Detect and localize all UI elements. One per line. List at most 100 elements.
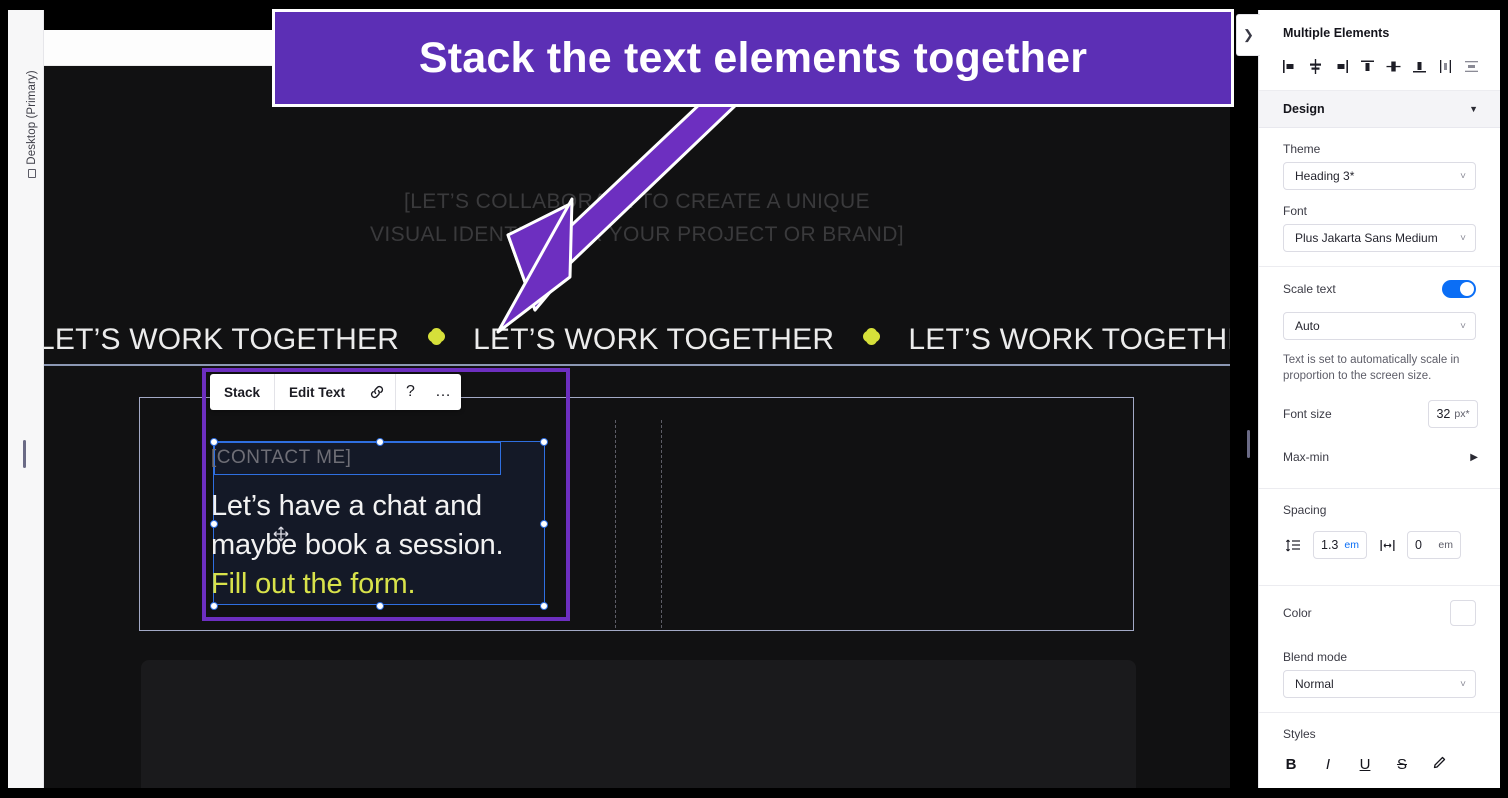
- alignment-toolbar: [1259, 50, 1500, 91]
- font-value: Plus Jakarta Sans Medium: [1295, 231, 1438, 245]
- spacing-label: Spacing: [1283, 503, 1327, 517]
- color-label: Color: [1283, 606, 1312, 620]
- left-rail-drag-handle[interactable]: [23, 440, 26, 468]
- align-middle-vertical-icon[interactable]: [1382, 54, 1406, 78]
- headline-line-3: Fill out the form.: [211, 568, 416, 600]
- spacing-controls: 1.3 em 0 em: [1259, 523, 1500, 571]
- canvas-tagline-line2: VISUAL IDENTITY FOR YOUR PROJECT OR BRAN…: [369, 223, 905, 246]
- color-swatch[interactable]: [1450, 600, 1476, 626]
- underline-button[interactable]: U: [1357, 756, 1373, 773]
- font-size-unit: px*: [1454, 408, 1470, 420]
- marquee-item: LET’S WORK TOGETHER: [473, 323, 835, 356]
- line-height-input[interactable]: 1.3 em: [1313, 531, 1367, 559]
- italic-button[interactable]: I: [1320, 756, 1336, 773]
- chevron-down-icon: ˅: [1460, 320, 1466, 332]
- design-section-label: Design: [1283, 102, 1325, 116]
- color-row: Color: [1259, 586, 1500, 636]
- letter-spacing-input[interactable]: 0 em: [1407, 531, 1461, 559]
- marquee-item: LET’S WORK TOGETHER: [908, 323, 1230, 356]
- blend-mode-value: Normal: [1295, 677, 1334, 691]
- design-section-body: Theme Heading 3* ˅ Font Plus Jakarta San…: [1259, 128, 1500, 788]
- panel-title: Multiple Elements: [1283, 26, 1390, 40]
- styles-controls: B I U S: [1259, 747, 1500, 784]
- breakpoint-label-text: Desktop (Primary): [26, 70, 38, 165]
- letter-spacing-unit: em: [1438, 539, 1453, 551]
- properties-panel: Multiple Elements Design ▼ Theme Heading…: [1258, 10, 1500, 788]
- letter-spacing-icon: [1377, 538, 1397, 553]
- align-right-icon[interactable]: [1329, 54, 1353, 78]
- font-size-value: 32: [1436, 407, 1451, 421]
- scale-text-label: Scale text: [1283, 282, 1336, 296]
- resize-handle-top-right[interactable]: [540, 438, 548, 446]
- callout-text: Stack the text elements together: [418, 33, 1088, 82]
- align-left-icon[interactable]: [1277, 54, 1301, 78]
- contact-headline[interactable]: Let’s have a chat and maybe book a sessi…: [211, 487, 551, 604]
- blend-mode-select[interactable]: Normal ˅: [1283, 670, 1476, 698]
- distribute-horizontal-icon[interactable]: [1434, 54, 1458, 78]
- chevron-down-icon: ˅: [1460, 678, 1466, 690]
- edit-text-button[interactable]: Edit Text: [275, 374, 359, 410]
- strikethrough-button[interactable]: S: [1394, 756, 1410, 773]
- blend-mode-label: Blend mode: [1283, 650, 1348, 664]
- line-height-unit: em: [1344, 539, 1359, 551]
- element-toolbar[interactable]: Stack Edit Text ? …: [210, 374, 461, 410]
- scale-text-row: Scale text: [1259, 267, 1500, 304]
- flower-dot-icon: [429, 330, 443, 343]
- app-root: Desktop (Primary) [LET’S COLLABORATE TO …: [0, 0, 1508, 798]
- theme-select[interactable]: Heading 3* ˅: [1283, 162, 1476, 190]
- chevron-down-icon[interactable]: ▼: [1469, 104, 1478, 114]
- canvas-tagline-line1: [LET’S COLLABORATE TO CREATE A UNIQUE: [403, 190, 871, 213]
- scale-text-toggle[interactable]: [1442, 280, 1476, 298]
- scale-helper-text: Text is set to automatically scale in pr…: [1283, 354, 1460, 382]
- font-size-input[interactable]: 32 px*: [1428, 400, 1478, 428]
- layout-guide-line: [661, 420, 662, 628]
- chevron-down-icon: ˅: [1460, 170, 1466, 182]
- help-button[interactable]: ?: [396, 374, 425, 410]
- design-section-header[interactable]: Design ▼: [1259, 91, 1500, 128]
- font-select[interactable]: Plus Jakarta Sans Medium ˅: [1283, 224, 1476, 252]
- flower-dot-icon: [864, 330, 878, 343]
- max-min-label: Max-min: [1283, 450, 1330, 464]
- resize-handle-top-center[interactable]: [376, 438, 384, 446]
- panel-collapse-button[interactable]: ❯: [1236, 14, 1260, 56]
- move-cursor-icon: [273, 526, 289, 542]
- breakpoint-label[interactable]: Desktop (Primary): [26, 54, 38, 194]
- callout-banner: Stack the text elements together: [272, 9, 1234, 107]
- toggle-knob: [1460, 282, 1474, 296]
- headline-line-1: Let’s have a chat and: [211, 490, 482, 522]
- chevron-right-icon[interactable]: ▶: [1470, 452, 1478, 463]
- contact-form-placeholder[interactable]: [141, 660, 1136, 788]
- scale-mode-value: Auto: [1295, 319, 1320, 333]
- link-icon[interactable]: [359, 374, 395, 410]
- line-height-value: 1.3: [1321, 538, 1339, 552]
- marquee-content: LET’S WORK TOGETHER LET’S WORK TOGETHER …: [44, 318, 1230, 362]
- align-bottom-icon[interactable]: [1408, 54, 1432, 78]
- contact-eyebrow-text[interactable]: [CONTACT ME]: [211, 447, 351, 469]
- distribute-vertical-icon[interactable]: [1460, 54, 1484, 78]
- font-size-row: Font size 32 px*: [1259, 388, 1500, 438]
- align-center-horizontal-icon[interactable]: [1303, 54, 1327, 78]
- layout-guide-line: [615, 420, 616, 628]
- right-panel-drag-handle[interactable]: [1247, 430, 1250, 458]
- theme-value: Heading 3*: [1295, 169, 1355, 183]
- resize-handle-top-left[interactable]: [210, 438, 218, 446]
- letter-spacing-value: 0: [1415, 538, 1422, 552]
- headline-line-2: maybe book a session.: [211, 529, 504, 561]
- left-rail: Desktop (Primary): [8, 10, 44, 788]
- scale-mode-select[interactable]: Auto ˅: [1283, 312, 1476, 340]
- monitor-icon: [28, 168, 36, 178]
- canvas-tagline[interactable]: [LET’S COLLABORATE TO CREATE A UNIQUE VI…: [44, 185, 1230, 251]
- line-height-icon: [1283, 538, 1303, 553]
- marquee-item: LET’S WORK TOGETHER: [44, 323, 400, 356]
- theme-label: Theme: [1283, 142, 1321, 156]
- edit-pencil-icon[interactable]: [1431, 755, 1447, 774]
- bold-button[interactable]: B: [1283, 756, 1299, 773]
- more-options-button[interactable]: …: [425, 374, 461, 410]
- align-top-icon[interactable]: [1355, 54, 1379, 78]
- chevron-down-icon: ˅: [1460, 232, 1466, 244]
- marquee-strip[interactable]: LET’S WORK TOGETHER LET’S WORK TOGETHER …: [44, 318, 1230, 366]
- stack-button[interactable]: Stack: [210, 374, 274, 410]
- styles-label: Styles: [1283, 727, 1316, 741]
- max-min-row[interactable]: Max-min ▶: [1259, 438, 1500, 474]
- font-size-label: Font size: [1283, 407, 1332, 421]
